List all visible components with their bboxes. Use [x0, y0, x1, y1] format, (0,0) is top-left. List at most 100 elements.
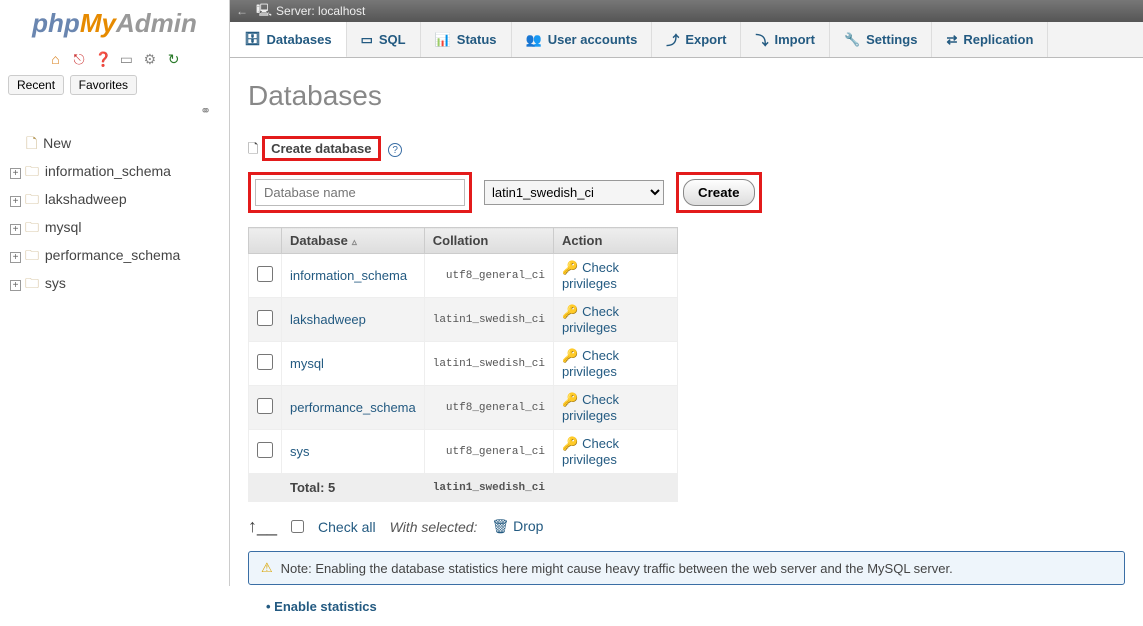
db-name-link[interactable]: sys: [282, 430, 425, 474]
db-icon: 🗀: [25, 163, 39, 179]
check-privileges-link[interactable]: 🔑Check privileges: [553, 342, 677, 386]
tab-label: Databases: [267, 32, 332, 47]
db-new-icon: 🗋: [26, 135, 37, 151]
breadcrumb[interactable]: Server: localhost: [276, 4, 365, 18]
tab-label: Status: [457, 32, 497, 47]
expand-icon[interactable]: +: [10, 168, 21, 179]
table-row: sysutf8_general_ci🔑Check privileges: [249, 430, 678, 474]
database-table: Database ▵ Collation Action information_s…: [248, 227, 678, 502]
db-name-link[interactable]: mysql: [282, 342, 425, 386]
col-database[interactable]: Database ▵: [282, 228, 425, 254]
checkall-checkbox[interactable]: [291, 520, 304, 533]
tree-db[interactable]: + 🗀 lakshadweep: [4, 187, 225, 215]
logout-icon[interactable]: ⎋: [71, 51, 87, 67]
tab-users[interactable]: 👥User accounts: [512, 22, 653, 57]
logo[interactable]: phpMyAdmin: [0, 0, 229, 47]
tab-label: Import: [775, 32, 815, 47]
tree-db-label: sys: [45, 275, 66, 291]
db-collation: utf8_general_ci: [424, 386, 553, 430]
privileges-icon: 🔑: [562, 392, 578, 407]
expand-icon[interactable]: +: [10, 252, 21, 263]
tab-status[interactable]: 📊 Status: [421, 22, 512, 57]
tab-label: SQL: [379, 32, 406, 47]
database-name-input[interactable]: [255, 179, 465, 206]
col-action: Action: [553, 228, 677, 254]
help-icon[interactable]: ?: [388, 143, 402, 157]
db-name-link[interactable]: lakshadweep: [282, 298, 425, 342]
tab-label: Settings: [866, 32, 917, 47]
tree-db[interactable]: +🗀 sys: [4, 271, 225, 299]
create-db-header: 🗋 Create database ?: [248, 136, 1125, 162]
tree-db-label: lakshadweep: [45, 191, 127, 207]
tab-settings[interactable]: 🔧 Settings: [830, 22, 932, 57]
reload-icon[interactable]: ↻: [166, 51, 182, 67]
row-checkbox[interactable]: [257, 354, 273, 370]
favorites-tab[interactable]: Favorites: [70, 75, 137, 95]
db-icon: 🗀: [25, 219, 39, 235]
create-db-form: latin1_swedish_ci Create: [248, 172, 1125, 213]
logo-part-admin: Admin: [116, 8, 197, 38]
sql-icon: ▭: [361, 32, 373, 48]
expand-icon[interactable]: +: [10, 280, 21, 291]
db-name-link[interactable]: information_schema: [282, 254, 425, 298]
tree-db[interactable]: + 🗀 information_schema: [4, 159, 225, 187]
expand-icon[interactable]: +: [10, 196, 21, 207]
wrench-icon: 🔧: [844, 32, 860, 48]
status-icon: 📊: [435, 32, 451, 48]
highlight-box: Create: [676, 172, 762, 213]
tab-sql[interactable]: ▭ SQL: [347, 22, 421, 57]
enable-statistics-link[interactable]: Enable statistics: [266, 599, 1125, 614]
row-checkbox[interactable]: [257, 266, 273, 282]
warning-icon: ⚠: [261, 560, 273, 576]
db-name-link[interactable]: performance_schema: [282, 386, 425, 430]
settings-icon[interactable]: ⚙: [142, 51, 158, 67]
db-collation: latin1_swedish_ci: [424, 298, 553, 342]
row-checkbox[interactable]: [257, 442, 273, 458]
export-icon: ⤴: [666, 30, 679, 49]
collation-select[interactable]: latin1_swedish_ci: [484, 180, 664, 205]
drop-icon: 🗑: [491, 518, 509, 534]
col-collation[interactable]: Collation: [424, 228, 553, 254]
home-icon[interactable]: ⌂: [47, 51, 63, 67]
db-collation: utf8_general_ci: [424, 254, 553, 298]
tree-db-label: information_schema: [45, 163, 171, 179]
drop-button[interactable]: 🗑 Drop: [491, 518, 543, 535]
footer-collation: latin1_swedish_ci: [424, 474, 553, 502]
main: ← 🖳 Server: localhost 🗄Databases ▭ SQL 📊 S…: [230, 0, 1143, 586]
collapse-sidebar-icon[interactable]: ←: [236, 4, 248, 18]
footer-total: Total: 5: [282, 474, 425, 502]
recent-tab[interactable]: Recent: [8, 75, 64, 95]
row-checkbox[interactable]: [257, 398, 273, 414]
db-add-icon: 🗋: [248, 141, 258, 156]
tab-replication[interactable]: ⇄Replication: [932, 22, 1048, 57]
create-button[interactable]: Create: [683, 179, 755, 206]
drop-label: Drop: [513, 518, 543, 534]
sql-icon[interactable]: ▭: [118, 51, 134, 67]
col-checkbox: [249, 228, 282, 254]
sidebar-history-tabs: Recent Favorites: [0, 71, 229, 99]
docs-icon[interactable]: ❓: [95, 51, 111, 67]
tab-export[interactable]: ⤴Export: [652, 22, 741, 57]
col-label: Database: [290, 233, 348, 248]
import-icon: ⤵: [755, 30, 768, 49]
tab-import[interactable]: ⤵ Import: [741, 22, 829, 57]
tab-databases[interactable]: 🗄Databases: [230, 22, 347, 58]
tree-db[interactable]: +🗀 mysql: [4, 215, 225, 243]
chain-icon[interactable]: ⚭: [0, 99, 229, 123]
expand-icon[interactable]: +: [10, 224, 21, 235]
tabbar: 🗄Databases ▭ SQL 📊 Status 👥User accounts ⤴…: [230, 22, 1143, 58]
logo-part-php: php: [32, 8, 80, 38]
highlight-box: [248, 172, 472, 213]
checkall-link[interactable]: Check all: [318, 519, 376, 535]
check-privileges-link[interactable]: 🔑Check privileges: [553, 298, 677, 342]
sort-asc-icon: ▵: [352, 237, 357, 248]
check-privileges-link[interactable]: 🔑Check privileges: [553, 430, 677, 474]
db-icon: 🗀: [25, 191, 39, 207]
server-icon: 🖳: [256, 1, 272, 22]
tree-new[interactable]: 🗋 New: [4, 131, 225, 159]
check-privileges-link[interactable]: 🔑Check privileges: [553, 254, 677, 298]
check-privileges-link[interactable]: 🔑Check privileges: [553, 386, 677, 430]
row-checkbox[interactable]: [257, 310, 273, 326]
db-tree: 🗋 New + 🗀 information_schema + 🗀 lakshadwe…: [0, 123, 229, 307]
tree-db[interactable]: +🗀 performance_schema: [4, 243, 225, 271]
